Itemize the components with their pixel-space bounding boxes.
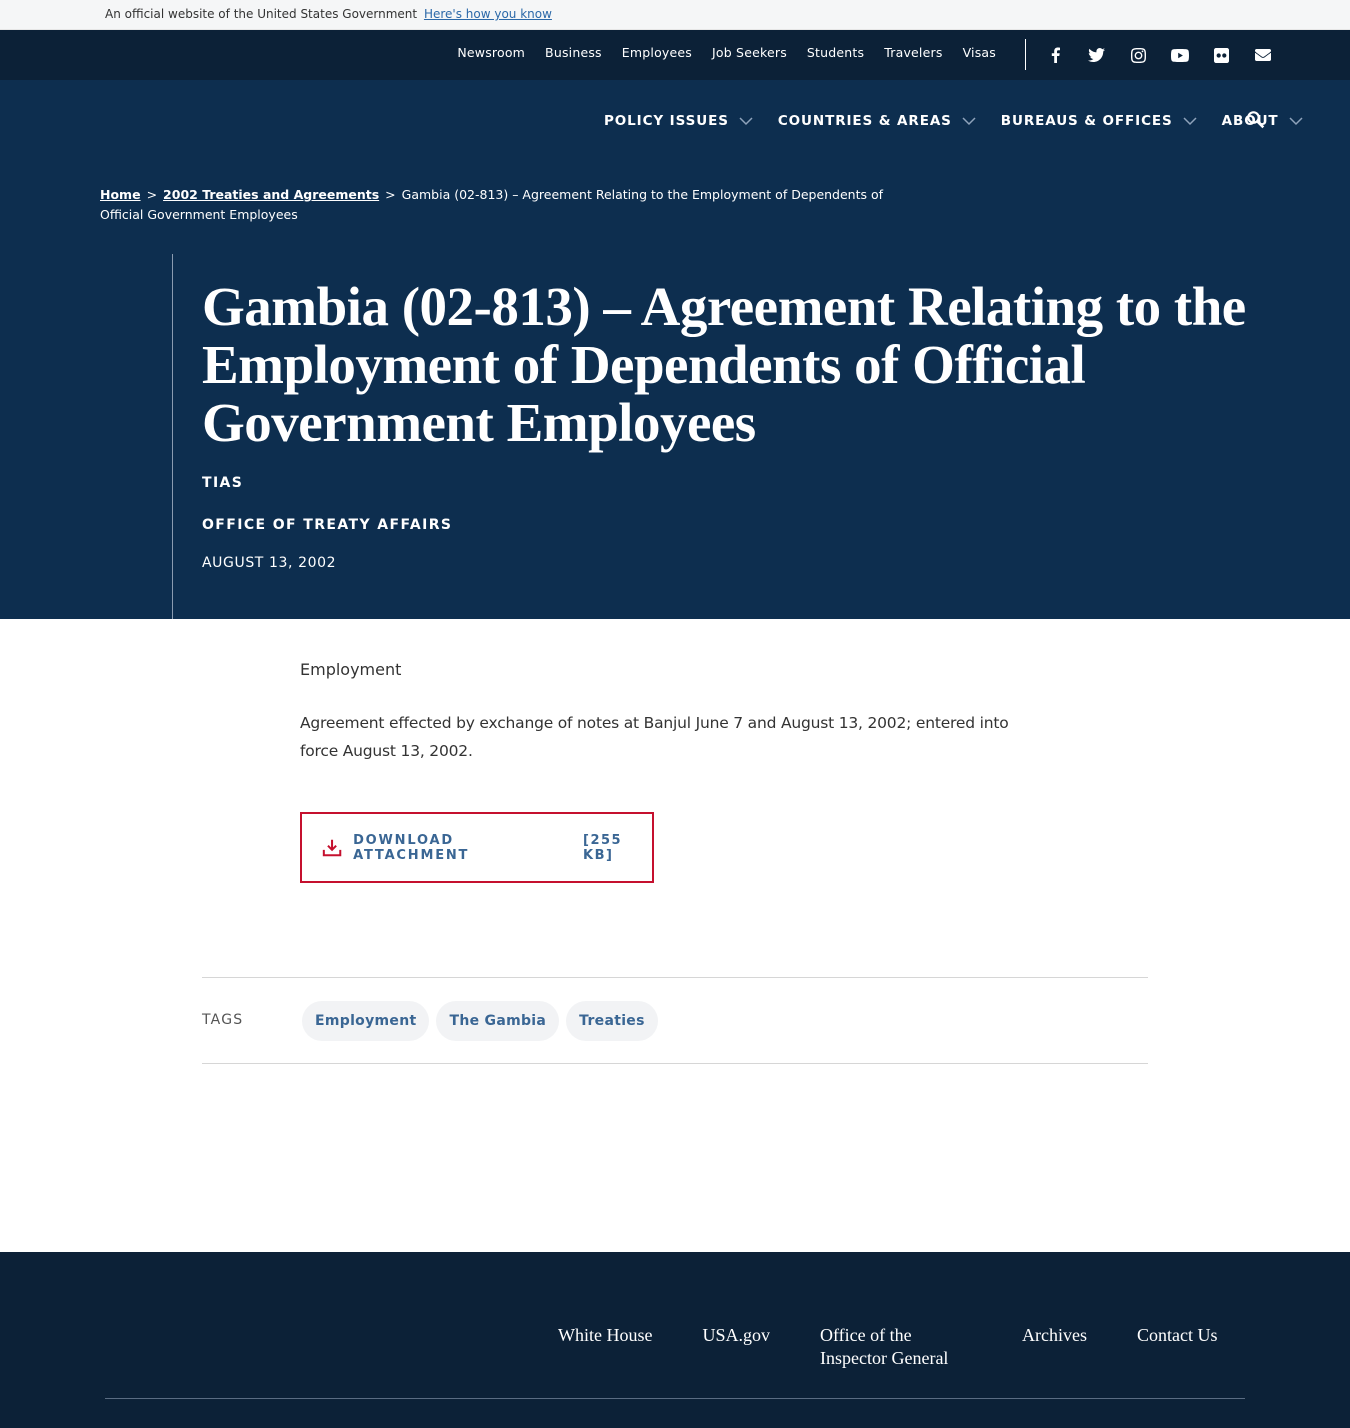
flickr-icon[interactable]: [1210, 44, 1232, 66]
twitter-icon[interactable]: [1086, 44, 1108, 66]
nav-bureaus-offices[interactable]: BUREAUS & OFFICES: [1001, 113, 1197, 129]
instagram-icon[interactable]: [1127, 44, 1149, 66]
content-category: Employment: [300, 660, 402, 679]
footer-link-archives[interactable]: Archives: [1022, 1324, 1087, 1370]
page-hero: Home >2002 Treaties and Agreements > Gambia…: [0, 160, 1350, 619]
breadcrumb-separator: >: [385, 187, 396, 202]
chevron-down-icon: [739, 117, 753, 126]
footer-link-usa-gov[interactable]: USA.gov: [702, 1324, 770, 1370]
page-title: Gambia (02-813) – Agreement Relating to …: [202, 276, 1246, 453]
tag-treaties[interactable]: Treaties: [566, 1001, 658, 1041]
nav-countries-areas-label: COUNTRIES & AREAS: [777, 113, 952, 129]
social-links: [1044, 44, 1293, 66]
utility-bar: Newsroom Business Employees Job Seekers …: [0, 30, 1350, 80]
utility-link-newsroom[interactable]: Newsroom: [457, 45, 525, 60]
chevron-down-icon: [1183, 117, 1197, 126]
utility-link-travelers[interactable]: Travelers: [884, 45, 942, 60]
site-footer: White House USA.gov Office of the Inspec…: [0, 1252, 1350, 1428]
download-attachment-button[interactable]: DOWNLOAD ATTACHMENT [255 KB]: [300, 812, 654, 883]
heres-how-you-know-link[interactable]: Here's how you know: [424, 7, 552, 21]
youtube-icon[interactable]: [1169, 44, 1191, 66]
hero-vertical-rule: [172, 254, 173, 619]
tag-the-gambia[interactable]: The Gambia: [436, 1001, 560, 1041]
utility-link-business[interactable]: Business: [545, 45, 602, 60]
utility-link-visas[interactable]: Visas: [963, 45, 996, 60]
search-icon[interactable]: [1246, 110, 1266, 130]
main-navigation: POLICY ISSUES COUNTRIES & AREAS BUREAUS …: [0, 80, 1350, 160]
download-attachment-label: DOWNLOAD ATTACHMENT: [353, 832, 470, 863]
footer-links: White House USA.gov Office of the Inspec…: [558, 1324, 1267, 1370]
gov-banner-label: An official website of the United States…: [105, 7, 418, 21]
nav-policy-issues[interactable]: POLICY ISSUES: [604, 113, 753, 129]
main-nav-items: POLICY ISSUES COUNTRIES & AREAS BUREAUS …: [604, 113, 1328, 129]
footer-link-contact-us[interactable]: Contact Us: [1137, 1324, 1218, 1370]
footer-divider: [105, 1398, 1245, 1399]
gov-banner-text: An official website of the United States…: [105, 7, 552, 21]
nav-bureaus-offices-label: BUREAUS & OFFICES: [1000, 113, 1173, 129]
article-office: OFFICE OF TREATY AFFAIRS: [202, 517, 453, 533]
utility-link-students[interactable]: Students: [807, 45, 864, 60]
breadcrumb: Home >2002 Treaties and Agreements > Gambia…: [100, 185, 930, 225]
utility-link-job-seekers[interactable]: Job Seekers: [712, 45, 787, 60]
official-gov-banner: An official website of the United States…: [0, 0, 1350, 30]
footer-link-inspector-general[interactable]: Office of the Inspector General: [820, 1324, 972, 1370]
email-icon[interactable]: [1252, 44, 1274, 66]
chevron-down-icon: [962, 117, 976, 126]
tags-bottom-divider: [202, 1063, 1148, 1064]
nav-policy-issues-label: POLICY ISSUES: [604, 113, 729, 129]
utility-nav: Newsroom Business Employees Job Seekers …: [437, 45, 996, 60]
download-file-size: [255 KB]: [583, 832, 623, 863]
content-description: Agreement effected by exchange of notes …: [300, 714, 1009, 760]
breadcrumb-home-link[interactable]: Home: [100, 187, 141, 202]
article-type: TIAS: [202, 475, 244, 491]
tag-list: Employment The Gambia Treaties: [302, 1001, 665, 1041]
nav-countries-areas[interactable]: COUNTRIES & AREAS: [778, 113, 976, 129]
facebook-icon[interactable]: [1044, 44, 1066, 66]
chevron-down-icon: [1289, 117, 1303, 126]
download-icon: [322, 839, 342, 856]
utility-link-employees[interactable]: Employees: [622, 45, 692, 60]
tags-top-divider: [202, 977, 1148, 978]
footer-link-white-house[interactable]: White House: [558, 1324, 652, 1370]
tag-employment[interactable]: Employment: [302, 1001, 430, 1041]
tags-label: TAGS: [202, 1012, 244, 1028]
breadcrumb-separator: >: [146, 187, 158, 202]
article-date: AUGUST 13, 2002: [202, 555, 337, 571]
utility-divider: [1025, 39, 1026, 70]
breadcrumb-parent-link[interactable]: 2002 Treaties and Agreements: [163, 187, 379, 202]
